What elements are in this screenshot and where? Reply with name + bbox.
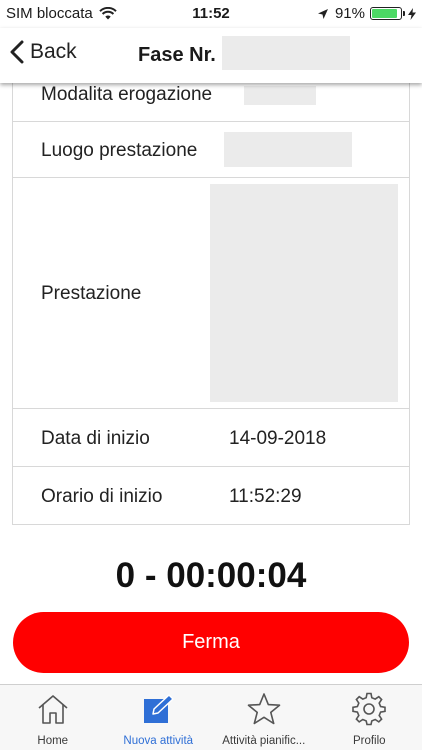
tab-attivita-pianificate-label: Attività pianific... — [222, 735, 306, 747]
home-icon — [38, 695, 68, 724]
row-orario-inizio: Orario di inizio 11:52:29 — [13, 466, 409, 524]
data-inizio-value: 14-09-2018 — [229, 428, 327, 449]
ferma-button[interactable]: Ferma — [13, 612, 409, 673]
details-table: Modalita erogazione Luogo prestazione Pr… — [12, 83, 410, 525]
row-prestazione: Prestazione — [13, 177, 409, 408]
row-data-inizio: Data di inizio 14-09-2018 — [13, 408, 409, 466]
battery-percent: 91% — [334, 5, 365, 22]
edit-icon — [144, 694, 174, 723]
redacted-phase-number — [222, 36, 350, 70]
charging-bolt-icon — [408, 7, 416, 20]
tab-home-label: Home — [37, 735, 69, 747]
row-luogo: Luogo prestazione — [13, 121, 409, 177]
luogo-label: Luogo prestazione — [41, 140, 198, 161]
prestazione-value-redacted — [210, 184, 398, 402]
status-bar: SIM bloccata 11:52 91% — [0, 0, 422, 28]
elapsed-timer: 0 - 00:00:04 — [115, 556, 307, 595]
page-title: Fase Nr. — [138, 44, 216, 66]
chevron-left-icon — [10, 40, 24, 64]
tab-nuova-attivita-label: Nuova attività — [123, 735, 194, 747]
luogo-value-redacted — [224, 132, 352, 167]
modalita-label: Modalita erogazione — [41, 84, 213, 105]
status-right: 91% — [317, 5, 416, 22]
tab-home[interactable]: Home — [0, 685, 106, 750]
orario-inizio-value: 11:52:29 — [229, 486, 302, 507]
prestazione-label: Prestazione — [41, 283, 142, 304]
nav-bar: Back Fase Nr. — [0, 28, 422, 83]
tab-profilo[interactable]: Profilo — [317, 685, 422, 750]
modalita-value-redacted — [244, 86, 316, 105]
tab-bar: Home Nuova attività Attività pianific... — [0, 684, 422, 750]
row-modalita: Modalita erogazione — [13, 83, 409, 121]
star-icon — [247, 693, 281, 725]
tab-attivita-pianificate[interactable]: Attività pianific... — [211, 685, 317, 750]
battery-fill — [372, 9, 398, 18]
tab-profilo-label: Profilo — [352, 735, 386, 747]
back-button[interactable]: Back — [10, 40, 77, 64]
battery-icon — [370, 7, 402, 20]
back-label: Back — [30, 40, 77, 63]
battery-tip — [403, 11, 405, 16]
location-arrow-icon — [317, 8, 328, 19]
data-inizio-label: Data di inizio — [41, 428, 150, 449]
gear-icon — [352, 692, 387, 726]
orario-inizio-label: Orario di inizio — [41, 486, 163, 507]
tab-nuova-attivita[interactable]: Nuova attività — [106, 685, 212, 750]
ferma-label: Ferma — [182, 631, 240, 653]
